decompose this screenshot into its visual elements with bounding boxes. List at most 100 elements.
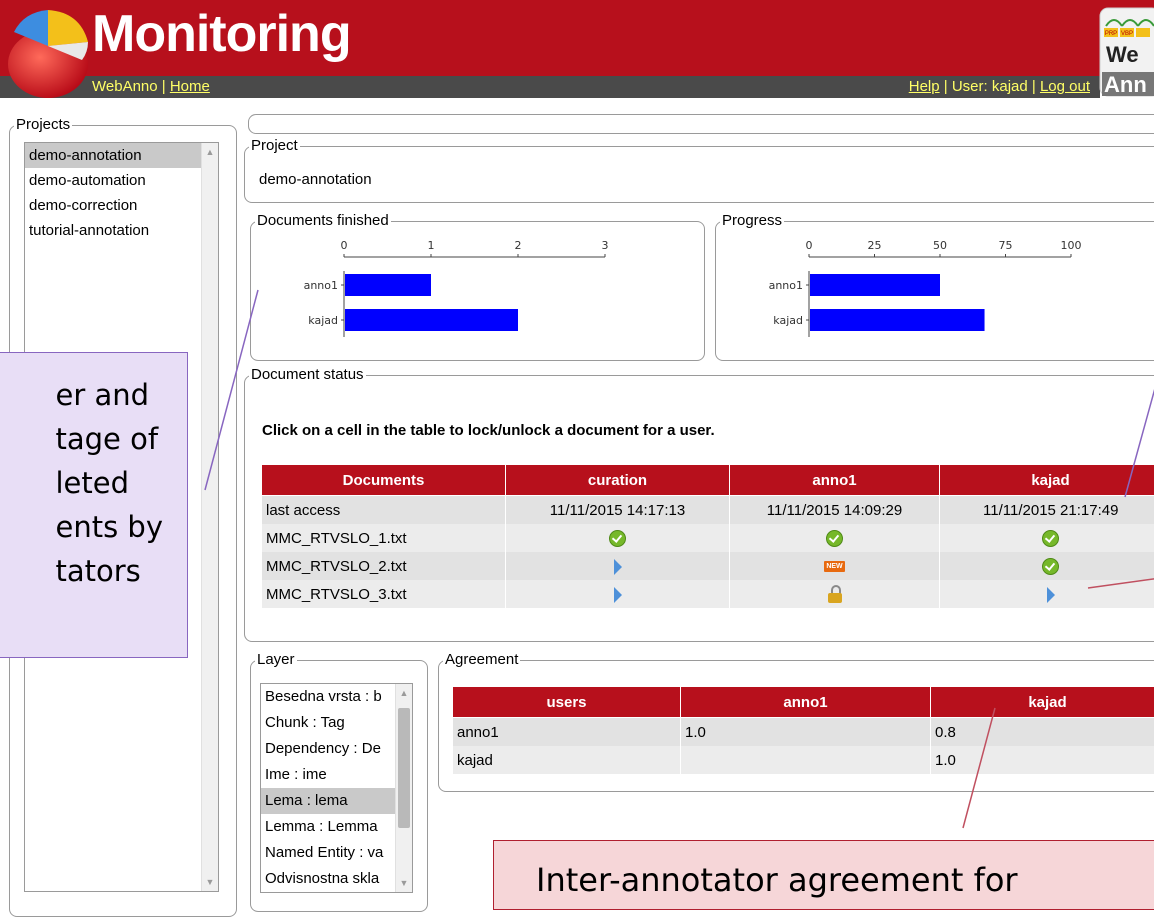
- layer-item[interactable]: Lemma : Lemma: [261, 814, 412, 840]
- in-progress-icon: [614, 587, 622, 603]
- project-name: demo-annotation: [259, 171, 372, 188]
- documents-finished-legend: Documents finished: [255, 213, 391, 229]
- svg-text:Ann: Ann: [1104, 72, 1147, 97]
- status-cell[interactable]: [506, 524, 730, 552]
- document-status-legend: Document status: [249, 367, 366, 383]
- last-access-cell: 11/11/2015 14:09:29: [730, 496, 940, 525]
- row-label: last access: [262, 496, 506, 525]
- scroll-down-icon[interactable]: ▼: [396, 876, 412, 890]
- status-cell[interactable]: [730, 580, 940, 608]
- svg-text:We: We: [1106, 42, 1139, 67]
- column-header: anno1: [681, 687, 931, 718]
- status-instruction: Click on a cell in the table to lock/unl…: [262, 422, 715, 439]
- agreement-legend: Agreement: [443, 652, 520, 668]
- finished-check-icon: [826, 530, 843, 547]
- status-cell[interactable]: [506, 552, 730, 580]
- project-item[interactable]: demo-correction: [25, 193, 218, 218]
- lock-icon: [828, 585, 842, 603]
- layer-item[interactable]: Odvisnostna skla: [261, 866, 412, 892]
- documents-finished-chart: 0123anno1kajad: [280, 235, 630, 345]
- x-tick-label: 100: [1061, 239, 1082, 252]
- x-tick-label: 75: [999, 239, 1013, 252]
- x-tick-label: 2: [515, 239, 522, 252]
- project-item[interactable]: demo-annotation: [25, 143, 218, 168]
- page-title: Monitoring: [92, 4, 351, 64]
- new-badge-icon: NEW: [824, 561, 844, 572]
- document-status-table: Documents curation anno1 kajad last acce…: [261, 464, 1154, 608]
- nav-separator: |: [158, 78, 170, 95]
- finished-check-icon: [1042, 558, 1059, 575]
- column-header: anno1: [730, 465, 940, 496]
- table-row: last access 11/11/2015 14:17:13 11/11/20…: [262, 496, 1154, 525]
- layer-item[interactable]: Besedna vrsta : b: [261, 684, 412, 710]
- help-link[interactable]: Help: [909, 78, 940, 95]
- table-row: kajad 1.0: [453, 746, 1154, 774]
- finished-check-icon: [1042, 530, 1059, 547]
- projects-scrollbar[interactable]: ▲ ▼: [201, 143, 218, 891]
- layer-item[interactable]: Dependency : De: [261, 736, 412, 762]
- callout-line: ents by: [56, 505, 164, 549]
- callout-line: tators: [56, 549, 164, 593]
- document-name: MMC_RTVSLO_3.txt: [262, 580, 506, 608]
- table-row: MMC_RTVSLO_2.txt NEW: [262, 552, 1154, 580]
- bar: [345, 274, 431, 296]
- nav-right: Help | User: kajad | Log out: [909, 77, 1090, 97]
- table-row: MMC_RTVSLO_1.txt: [262, 524, 1154, 552]
- document-name: MMC_RTVSLO_2.txt: [262, 552, 506, 580]
- agreement-value: 1.0: [681, 718, 931, 747]
- scroll-down-icon[interactable]: ▼: [202, 875, 218, 889]
- project-item[interactable]: demo-automation: [25, 168, 218, 193]
- current-user: User: kajad: [952, 78, 1028, 95]
- x-tick-label: 25: [868, 239, 882, 252]
- callout-line: leted: [56, 461, 164, 505]
- bar: [810, 274, 940, 296]
- layer-scrollbar[interactable]: ▲ ▼: [395, 684, 412, 892]
- x-tick-label: 0: [806, 239, 813, 252]
- x-tick-label: 1: [428, 239, 435, 252]
- agreement-value: [681, 746, 931, 774]
- status-cell[interactable]: [940, 524, 1154, 552]
- bar: [810, 309, 985, 331]
- nav-separator: |: [1028, 78, 1040, 95]
- svg-text:PRP: PRP: [1105, 31, 1117, 37]
- agreement-table: users anno1 kajad anno1 1.0 0.8 kajad 1.…: [452, 686, 1154, 774]
- status-cell[interactable]: [940, 552, 1154, 580]
- status-cell[interactable]: [506, 580, 730, 608]
- x-tick-label: 50: [933, 239, 947, 252]
- callout-text: Inter-annotator agreement for: [536, 861, 1018, 899]
- layer-item[interactable]: Named Entity : va: [261, 840, 412, 866]
- layer-item[interactable]: Chunk : Tag: [261, 710, 412, 736]
- status-cell[interactable]: [730, 524, 940, 552]
- last-access-cell: 11/11/2015 14:17:13: [506, 496, 730, 525]
- feedback-bar: [248, 114, 1154, 134]
- callout-line: tage of: [56, 417, 164, 461]
- status-cell[interactable]: [940, 580, 1154, 608]
- agreement-value: 1.0: [931, 746, 1154, 774]
- progress-legend: Progress: [720, 213, 784, 229]
- callout-line: er and: [56, 373, 164, 417]
- layer-item[interactable]: Lema : lema: [261, 788, 412, 814]
- project-item[interactable]: tutorial-annotation: [25, 218, 218, 243]
- scroll-up-icon[interactable]: ▲: [202, 145, 218, 159]
- home-link[interactable]: Home: [170, 78, 210, 95]
- callout-text: er and tage of leted ents by tators: [56, 373, 164, 593]
- webanno-logo-icon: PRP VBP We Ann: [1098, 6, 1154, 98]
- logout-link[interactable]: Log out: [1040, 78, 1090, 95]
- app-name: WebAnno: [92, 78, 158, 95]
- column-header: users: [453, 687, 681, 718]
- layer-item[interactable]: Ime : ime: [261, 762, 412, 788]
- agreement-user: anno1: [453, 718, 681, 747]
- pie-chart-logo-icon: [4, 2, 92, 100]
- scroll-up-icon[interactable]: ▲: [396, 686, 412, 700]
- svg-text:VBP: VBP: [1121, 31, 1133, 37]
- table-header-row: users anno1 kajad: [453, 687, 1154, 718]
- y-tick-label: kajad: [308, 314, 338, 327]
- status-cell[interactable]: NEW: [730, 552, 940, 580]
- scroll-thumb[interactable]: [398, 708, 410, 828]
- annotation-callout: er and tage of leted ents by tators: [0, 352, 188, 658]
- project-panel: Project: [244, 138, 1154, 203]
- layer-list[interactable]: Besedna vrsta : b Chunk : Tag Dependency…: [260, 683, 413, 893]
- agreement-callout: Inter-annotator agreement for: [493, 840, 1154, 910]
- finished-check-icon: [609, 530, 626, 547]
- nav-left: WebAnno | Home: [92, 77, 210, 97]
